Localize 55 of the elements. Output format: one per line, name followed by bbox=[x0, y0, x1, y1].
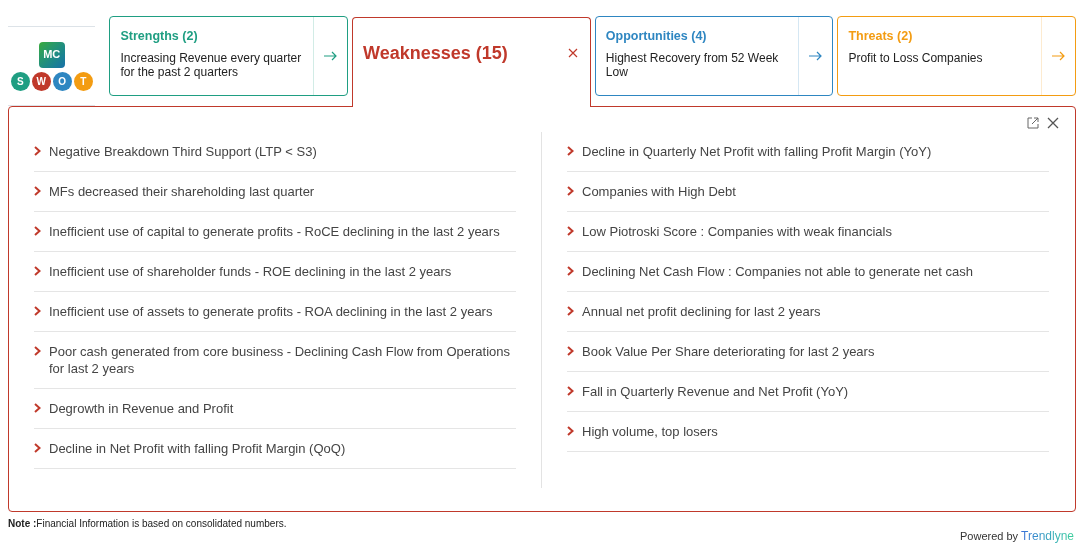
screener-link[interactable]: Inefficient use of assets to generate profits - ROA declining in the last 2 years bbox=[49, 303, 493, 320]
powered-by-label: Powered by bbox=[960, 528, 1019, 543]
chevron-icon bbox=[567, 306, 574, 316]
card-title: Threats (2) bbox=[848, 28, 914, 45]
selected-tab[interactable]: Weaknesses (15) bbox=[352, 17, 591, 107]
chevron-icon bbox=[567, 386, 574, 396]
chevron-icon bbox=[34, 403, 41, 413]
close-icon[interactable] bbox=[1047, 117, 1059, 129]
swot-card[interactable]: Threats (2) Profit to Loss Companies bbox=[837, 16, 1076, 96]
chevron-icon bbox=[567, 186, 574, 196]
screener-link[interactable]: Negative Breakdown Third Support (LTP < S3) bbox=[49, 143, 317, 160]
chevron-icon bbox=[567, 346, 574, 356]
chevron-icon bbox=[567, 146, 574, 156]
logo-letter: S bbox=[10, 71, 30, 91]
card-title: Strengths (2) bbox=[120, 28, 199, 45]
logo-letter: T bbox=[73, 71, 93, 91]
close-icon[interactable] bbox=[567, 48, 578, 58]
chevron-icon bbox=[34, 306, 41, 316]
screener-link[interactable]: Inefficient use of capital to generate profits - RoCE declining in the last 2 years bbox=[49, 223, 500, 240]
chevron-icon bbox=[34, 346, 41, 356]
chevron-icon bbox=[34, 146, 41, 156]
screener-link[interactable]: Companies with High Debt bbox=[582, 183, 736, 200]
card-description: Highest Recovery from 52 Week Low bbox=[605, 50, 780, 79]
screener-link[interactable]: Declining Net Cash Flow : Companies not able to generate net cash bbox=[582, 263, 973, 280]
screener-link[interactable]: Book Value Per Share deteriorating for last 2 years bbox=[582, 343, 875, 360]
arrow-icon[interactable] bbox=[324, 51, 338, 61]
screener-link[interactable]: Inefficient use of shareholder funds - ROE declining in the last 2 years bbox=[49, 263, 452, 280]
chevron-icon bbox=[567, 426, 574, 436]
tab-title: Weaknesses (15) bbox=[363, 42, 508, 65]
logo-badge: MC bbox=[38, 41, 65, 68]
screener-link[interactable]: Poor cash generated from core business - Declining Cash Flow from Operations for last 2 years bbox=[49, 343, 516, 377]
arrow-icon[interactable] bbox=[809, 51, 823, 61]
chevron-icon bbox=[34, 186, 41, 196]
swot-card[interactable]: Opportunities (4) Highest Recovery from 52 Week Low bbox=[594, 16, 834, 96]
screener-link[interactable]: Fall in Quarterly Revenue and Net Profit (YoY) bbox=[582, 383, 849, 400]
card-description: Profit to Loss Companies bbox=[848, 50, 984, 65]
chevron-icon bbox=[34, 266, 41, 276]
card-description: Increasing Revenue every quarter for the past 2 quarters bbox=[120, 50, 303, 79]
swot-card[interactable]: Strengths (2) Increasing Revenue every quarter for the past 2 quarters bbox=[109, 16, 349, 96]
screener-link[interactable]: Decline in Net Profit with falling Profit Margin (QoQ) bbox=[49, 440, 346, 457]
footnote: Note :Financial Information is based on consolidated numbers. bbox=[8, 517, 287, 531]
chevron-icon bbox=[34, 226, 41, 236]
screener-link[interactable]: Decline in Quarterly Net Profit with falling Profit Margin (YoY) bbox=[582, 143, 932, 160]
logo-letter: W bbox=[31, 71, 51, 91]
logo-letter: O bbox=[52, 71, 72, 91]
screener-link[interactable]: Annual net profit declining for last 2 years bbox=[582, 303, 821, 320]
card-title: Opportunities (4) bbox=[605, 28, 708, 45]
chevron-icon bbox=[567, 266, 574, 276]
screener-link[interactable]: MFs decreased their shareholding last quarter bbox=[49, 183, 315, 200]
screener-link[interactable]: Degrowth in Revenue and Profit bbox=[49, 400, 234, 417]
external-link-icon[interactable] bbox=[1027, 117, 1039, 129]
chevron-icon bbox=[567, 226, 574, 236]
screener-link[interactable]: High volume, top losers bbox=[582, 423, 718, 440]
chevron-icon bbox=[34, 443, 41, 453]
screener-link[interactable]: Low Piotroski Score : Companies with weak financials bbox=[582, 223, 892, 240]
